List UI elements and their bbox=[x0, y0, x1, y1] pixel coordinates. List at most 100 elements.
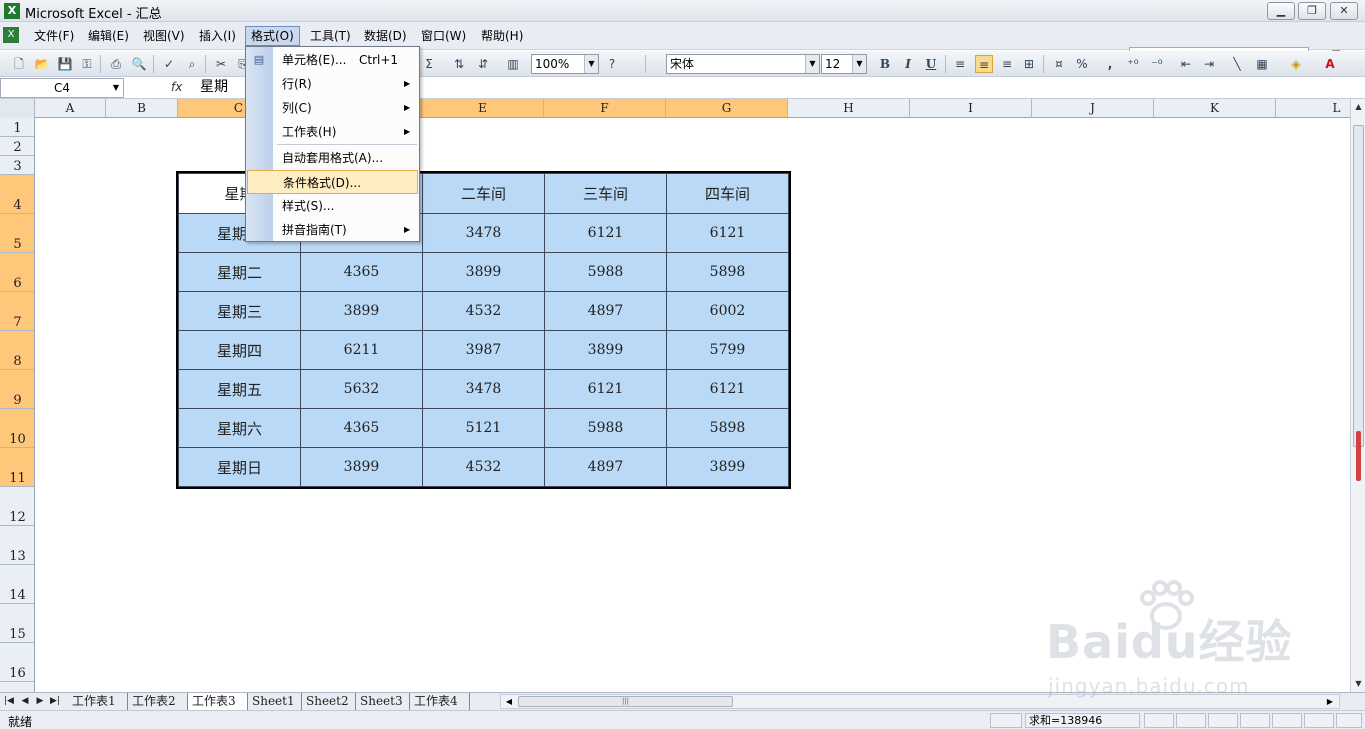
row-header-15[interactable]: 15 bbox=[0, 604, 34, 643]
menu-data[interactable]: 数据(D) bbox=[359, 26, 412, 46]
value-cell[interactable]: 3478 bbox=[422, 369, 545, 409]
column-header-j[interactable]: J bbox=[1032, 99, 1154, 118]
sheet-tab-7[interactable]: 工作表4 bbox=[410, 693, 470, 710]
print-preview-icon[interactable]: 🔍 bbox=[130, 55, 148, 73]
sort-ascending-icon[interactable]: ⇅ bbox=[450, 55, 468, 73]
day-cell[interactable]: 星期三 bbox=[178, 291, 301, 331]
chart-wizard-icon[interactable]: ▥ bbox=[504, 55, 522, 73]
value-cell[interactable]: 3899 bbox=[300, 447, 423, 487]
value-cell[interactable]: 3899 bbox=[422, 252, 545, 292]
select-all-button[interactable] bbox=[0, 99, 35, 118]
sheet-tab-1[interactable]: 工作表1 bbox=[68, 693, 128, 710]
day-cell[interactable]: 星期五 bbox=[178, 369, 301, 409]
chevron-down-icon[interactable]: ▼ bbox=[109, 79, 123, 97]
bold-button[interactable]: B bbox=[876, 55, 894, 73]
sheet-tab-2[interactable]: 工作表2 bbox=[128, 693, 188, 710]
column-header-i[interactable]: I bbox=[910, 99, 1032, 118]
sheet-tab-4[interactable]: Sheet1 bbox=[248, 693, 302, 710]
menu-item-style[interactable]: 样式(S)... bbox=[246, 194, 419, 218]
menu-format[interactable]: 格式(O) bbox=[245, 26, 300, 46]
menu-item-cells[interactable]: ▤ 单元格(E)... Ctrl+1 bbox=[246, 48, 419, 72]
decrease-decimal-icon[interactable]: ⁻⁰ bbox=[1148, 55, 1166, 73]
vertical-scrollbar[interactable]: ▲ ▼ bbox=[1350, 99, 1365, 692]
prev-sheet-icon[interactable]: ◀ bbox=[18, 694, 32, 709]
scroll-down-icon[interactable]: ▼ bbox=[1351, 676, 1365, 691]
table-header-cell[interactable]: 三车间 bbox=[544, 173, 667, 214]
underline-button[interactable]: U bbox=[922, 55, 940, 73]
name-box[interactable]: C4 ▼ bbox=[0, 78, 124, 98]
borders-icon[interactable]: ▦ bbox=[1253, 55, 1271, 73]
menu-view[interactable]: 视图(V) bbox=[138, 26, 190, 46]
close-button[interactable]: ✕ bbox=[1330, 2, 1358, 20]
row-header-1[interactable]: 1 bbox=[0, 118, 34, 137]
workbook-icon[interactable]: X bbox=[3, 27, 19, 43]
value-cell[interactable]: 6121 bbox=[666, 369, 789, 409]
day-cell[interactable]: 星期六 bbox=[178, 408, 301, 448]
last-sheet-icon[interactable]: ▶| bbox=[48, 694, 62, 709]
column-header-a[interactable]: A bbox=[35, 99, 106, 118]
value-cell[interactable]: 5799 bbox=[666, 330, 789, 370]
value-cell[interactable]: 4365 bbox=[300, 408, 423, 448]
value-cell[interactable]: 4897 bbox=[544, 291, 667, 331]
percent-button[interactable]: % bbox=[1073, 55, 1091, 73]
horizontal-scroll-thumb[interactable]: ||| bbox=[518, 696, 733, 707]
vertical-scroll-thumb[interactable] bbox=[1353, 125, 1364, 447]
value-cell[interactable]: 4365 bbox=[300, 252, 423, 292]
value-cell[interactable]: 6002 bbox=[666, 291, 789, 331]
value-cell[interactable]: 4532 bbox=[422, 447, 545, 487]
save-icon[interactable]: 💾 bbox=[56, 55, 74, 73]
value-cell[interactable]: 5121 bbox=[422, 408, 545, 448]
row-header-16[interactable]: 16 bbox=[0, 643, 34, 682]
sheet-tab-6[interactable]: Sheet3 bbox=[356, 693, 410, 710]
sheet-tab-3[interactable]: 工作表3 bbox=[188, 693, 248, 710]
open-icon[interactable]: 📂 bbox=[33, 55, 51, 73]
value-cell[interactable]: 3478 bbox=[422, 213, 545, 253]
menu-item-column[interactable]: 列(C) ▶ bbox=[246, 96, 419, 120]
column-header-f[interactable]: F bbox=[544, 99, 666, 118]
value-cell[interactable]: 5632 bbox=[300, 369, 423, 409]
value-cell[interactable]: 5898 bbox=[666, 252, 789, 292]
value-cell[interactable]: 6121 bbox=[544, 369, 667, 409]
value-cell[interactable]: 5898 bbox=[666, 408, 789, 448]
sheet-tab-5[interactable]: Sheet2 bbox=[302, 693, 356, 710]
row-header-10[interactable]: 10 bbox=[0, 409, 34, 448]
row-header-6[interactable]: 6 bbox=[0, 253, 34, 292]
column-header-b[interactable]: B bbox=[106, 99, 178, 118]
menu-edit[interactable]: 编辑(E) bbox=[83, 26, 134, 46]
research-icon[interactable]: ⌕ bbox=[183, 55, 201, 73]
row-header-5[interactable]: 5 bbox=[0, 214, 34, 253]
column-header-k[interactable]: K bbox=[1154, 99, 1276, 118]
row-header-7[interactable]: 7 bbox=[0, 292, 34, 331]
first-sheet-icon[interactable]: |◀ bbox=[2, 694, 16, 709]
row-header-4[interactable]: 4 bbox=[0, 175, 34, 214]
permission-icon[interactable]: ⚿ bbox=[78, 55, 96, 73]
menu-insert[interactable]: 插入(I) bbox=[194, 26, 241, 46]
row-header-12[interactable]: 12 bbox=[0, 487, 34, 526]
value-cell[interactable]: 3987 bbox=[422, 330, 545, 370]
font-name-select[interactable]: 宋体 ▼ bbox=[666, 54, 820, 74]
value-cell[interactable]: 5988 bbox=[544, 252, 667, 292]
row-header-13[interactable]: 13 bbox=[0, 526, 34, 565]
row-header-9[interactable]: 9 bbox=[0, 370, 34, 409]
merge-center-icon[interactable]: ⊞ bbox=[1020, 55, 1038, 73]
day-cell[interactable]: 星期二 bbox=[178, 252, 301, 292]
row-header-2[interactable]: 2 bbox=[0, 137, 34, 156]
zoom-select[interactable]: 100% ▼ bbox=[531, 54, 599, 74]
chevron-down-icon[interactable]: ▼ bbox=[852, 55, 866, 73]
align-center-icon[interactable]: ≡ bbox=[975, 55, 993, 73]
scroll-right-icon[interactable]: ▶ bbox=[1323, 695, 1337, 708]
line-icon[interactable]: ╲ bbox=[1228, 55, 1246, 73]
chevron-down-icon[interactable]: ▼ bbox=[584, 55, 598, 73]
value-cell[interactable]: 4897 bbox=[544, 447, 667, 487]
print-icon[interactable]: ⎙ bbox=[107, 55, 125, 73]
restore-button[interactable]: ❐ bbox=[1298, 2, 1326, 20]
row-header-11[interactable]: 11 bbox=[0, 448, 34, 487]
font-size-select[interactable]: 12 ▼ bbox=[821, 54, 867, 74]
column-header-e[interactable]: E bbox=[422, 99, 544, 118]
increase-indent-icon[interactable]: ⇥ bbox=[1200, 55, 1218, 73]
font-color-icon[interactable]: A bbox=[1321, 55, 1339, 73]
currency-icon[interactable]: ¤ bbox=[1050, 55, 1068, 73]
menu-item-conditional-formatting[interactable]: 条件格式(D)... bbox=[247, 170, 418, 194]
spelling-icon[interactable]: ✓ bbox=[160, 55, 178, 73]
decrease-indent-icon[interactable]: ⇤ bbox=[1177, 55, 1195, 73]
